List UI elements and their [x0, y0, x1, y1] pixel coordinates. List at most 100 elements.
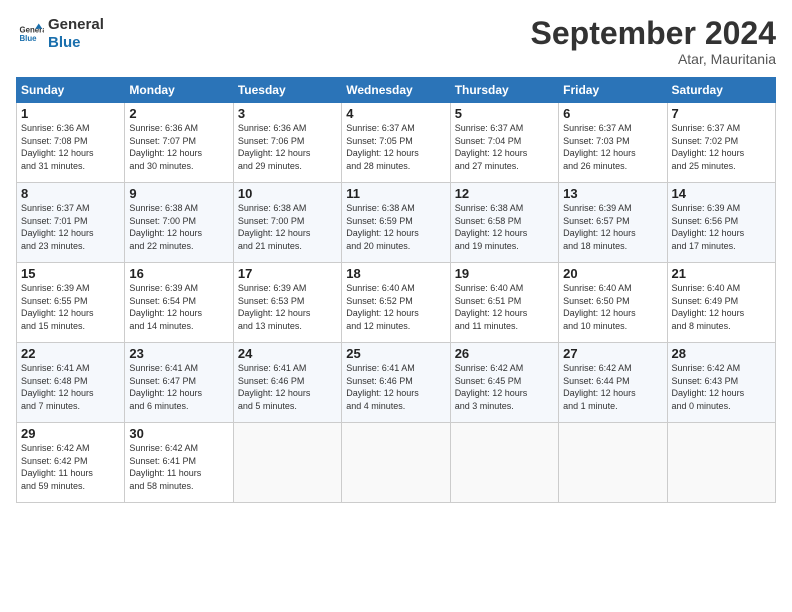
day-number: 28	[672, 346, 771, 361]
calendar-cell: 8Sunrise: 6:37 AM Sunset: 7:01 PM Daylig…	[17, 183, 125, 263]
day-number: 21	[672, 266, 771, 281]
cell-text: Sunrise: 6:38 AM Sunset: 6:58 PM Dayligh…	[455, 202, 554, 252]
cell-text: Sunrise: 6:40 AM Sunset: 6:49 PM Dayligh…	[672, 282, 771, 332]
day-number: 14	[672, 186, 771, 201]
calendar-cell: 4Sunrise: 6:37 AM Sunset: 7:05 PM Daylig…	[342, 103, 450, 183]
calendar-cell: 22Sunrise: 6:41 AM Sunset: 6:48 PM Dayli…	[17, 343, 125, 423]
col-header-monday: Monday	[125, 78, 233, 103]
logo-general: General	[48, 16, 104, 34]
cell-text: Sunrise: 6:37 AM Sunset: 7:01 PM Dayligh…	[21, 202, 120, 252]
cell-text: Sunrise: 6:42 AM Sunset: 6:43 PM Dayligh…	[672, 362, 771, 412]
calendar-cell	[342, 423, 450, 503]
week-row-3: 15Sunrise: 6:39 AM Sunset: 6:55 PM Dayli…	[17, 263, 776, 343]
logo-icon: General Blue	[16, 20, 44, 48]
day-number: 9	[129, 186, 228, 201]
day-number: 4	[346, 106, 445, 121]
cell-text: Sunrise: 6:41 AM Sunset: 6:48 PM Dayligh…	[21, 362, 120, 412]
calendar-table: SundayMondayTuesdayWednesdayThursdayFrid…	[16, 77, 776, 503]
cell-text: Sunrise: 6:37 AM Sunset: 7:03 PM Dayligh…	[563, 122, 662, 172]
calendar-cell	[233, 423, 341, 503]
calendar-cell: 16Sunrise: 6:39 AM Sunset: 6:54 PM Dayli…	[125, 263, 233, 343]
day-number: 5	[455, 106, 554, 121]
day-number: 27	[563, 346, 662, 361]
calendar-cell: 18Sunrise: 6:40 AM Sunset: 6:52 PM Dayli…	[342, 263, 450, 343]
day-number: 16	[129, 266, 228, 281]
calendar-cell: 15Sunrise: 6:39 AM Sunset: 6:55 PM Dayli…	[17, 263, 125, 343]
location: Atar, Mauritania	[531, 51, 776, 67]
cell-text: Sunrise: 6:38 AM Sunset: 7:00 PM Dayligh…	[238, 202, 337, 252]
calendar-cell	[667, 423, 775, 503]
calendar-cell: 25Sunrise: 6:41 AM Sunset: 6:46 PM Dayli…	[342, 343, 450, 423]
cell-text: Sunrise: 6:41 AM Sunset: 6:47 PM Dayligh…	[129, 362, 228, 412]
calendar-cell: 12Sunrise: 6:38 AM Sunset: 6:58 PM Dayli…	[450, 183, 558, 263]
day-number: 2	[129, 106, 228, 121]
calendar-cell: 19Sunrise: 6:40 AM Sunset: 6:51 PM Dayli…	[450, 263, 558, 343]
calendar-cell: 30Sunrise: 6:42 AM Sunset: 6:41 PM Dayli…	[125, 423, 233, 503]
day-number: 13	[563, 186, 662, 201]
calendar-cell: 20Sunrise: 6:40 AM Sunset: 6:50 PM Dayli…	[559, 263, 667, 343]
col-header-thursday: Thursday	[450, 78, 558, 103]
cell-text: Sunrise: 6:40 AM Sunset: 6:52 PM Dayligh…	[346, 282, 445, 332]
cell-text: Sunrise: 6:41 AM Sunset: 6:46 PM Dayligh…	[238, 362, 337, 412]
day-number: 10	[238, 186, 337, 201]
logo-blue: Blue	[48, 34, 104, 52]
calendar-cell: 10Sunrise: 6:38 AM Sunset: 7:00 PM Dayli…	[233, 183, 341, 263]
calendar-cell: 24Sunrise: 6:41 AM Sunset: 6:46 PM Dayli…	[233, 343, 341, 423]
day-number: 6	[563, 106, 662, 121]
calendar-cell: 28Sunrise: 6:42 AM Sunset: 6:43 PM Dayli…	[667, 343, 775, 423]
calendar-cell: 23Sunrise: 6:41 AM Sunset: 6:47 PM Dayli…	[125, 343, 233, 423]
day-number: 23	[129, 346, 228, 361]
day-number: 7	[672, 106, 771, 121]
week-row-5: 29Sunrise: 6:42 AM Sunset: 6:42 PM Dayli…	[17, 423, 776, 503]
cell-text: Sunrise: 6:42 AM Sunset: 6:44 PM Dayligh…	[563, 362, 662, 412]
col-header-wednesday: Wednesday	[342, 78, 450, 103]
day-number: 18	[346, 266, 445, 281]
cell-text: Sunrise: 6:36 AM Sunset: 7:06 PM Dayligh…	[238, 122, 337, 172]
day-number: 20	[563, 266, 662, 281]
cell-text: Sunrise: 6:42 AM Sunset: 6:42 PM Dayligh…	[21, 442, 120, 492]
day-number: 15	[21, 266, 120, 281]
calendar-cell: 3Sunrise: 6:36 AM Sunset: 7:06 PM Daylig…	[233, 103, 341, 183]
month-title: September 2024	[531, 16, 776, 51]
header: General Blue General Blue September 2024…	[16, 16, 776, 67]
calendar-cell: 9Sunrise: 6:38 AM Sunset: 7:00 PM Daylig…	[125, 183, 233, 263]
cell-text: Sunrise: 6:37 AM Sunset: 7:04 PM Dayligh…	[455, 122, 554, 172]
day-number: 12	[455, 186, 554, 201]
cell-text: Sunrise: 6:36 AM Sunset: 7:08 PM Dayligh…	[21, 122, 120, 172]
day-number: 24	[238, 346, 337, 361]
day-number: 26	[455, 346, 554, 361]
day-number: 11	[346, 186, 445, 201]
week-row-4: 22Sunrise: 6:41 AM Sunset: 6:48 PM Dayli…	[17, 343, 776, 423]
calendar-cell: 27Sunrise: 6:42 AM Sunset: 6:44 PM Dayli…	[559, 343, 667, 423]
day-number: 22	[21, 346, 120, 361]
page: General Blue General Blue September 2024…	[0, 0, 792, 612]
col-header-tuesday: Tuesday	[233, 78, 341, 103]
calendar-cell: 26Sunrise: 6:42 AM Sunset: 6:45 PM Dayli…	[450, 343, 558, 423]
calendar-cell	[559, 423, 667, 503]
cell-text: Sunrise: 6:42 AM Sunset: 6:41 PM Dayligh…	[129, 442, 228, 492]
cell-text: Sunrise: 6:39 AM Sunset: 6:57 PM Dayligh…	[563, 202, 662, 252]
calendar-cell: 21Sunrise: 6:40 AM Sunset: 6:49 PM Dayli…	[667, 263, 775, 343]
cell-text: Sunrise: 6:39 AM Sunset: 6:53 PM Dayligh…	[238, 282, 337, 332]
col-header-saturday: Saturday	[667, 78, 775, 103]
calendar-cell: 7Sunrise: 6:37 AM Sunset: 7:02 PM Daylig…	[667, 103, 775, 183]
day-number: 1	[21, 106, 120, 121]
day-number: 8	[21, 186, 120, 201]
calendar-cell: 14Sunrise: 6:39 AM Sunset: 6:56 PM Dayli…	[667, 183, 775, 263]
calendar-cell: 5Sunrise: 6:37 AM Sunset: 7:04 PM Daylig…	[450, 103, 558, 183]
calendar-body: 1Sunrise: 6:36 AM Sunset: 7:08 PM Daylig…	[17, 103, 776, 503]
calendar-cell	[450, 423, 558, 503]
cell-text: Sunrise: 6:37 AM Sunset: 7:02 PM Dayligh…	[672, 122, 771, 172]
col-header-friday: Friday	[559, 78, 667, 103]
cell-text: Sunrise: 6:40 AM Sunset: 6:51 PM Dayligh…	[455, 282, 554, 332]
cell-text: Sunrise: 6:38 AM Sunset: 6:59 PM Dayligh…	[346, 202, 445, 252]
cell-text: Sunrise: 6:41 AM Sunset: 6:46 PM Dayligh…	[346, 362, 445, 412]
svg-text:Blue: Blue	[20, 34, 38, 43]
cell-text: Sunrise: 6:37 AM Sunset: 7:05 PM Dayligh…	[346, 122, 445, 172]
calendar-cell: 1Sunrise: 6:36 AM Sunset: 7:08 PM Daylig…	[17, 103, 125, 183]
calendar-cell: 6Sunrise: 6:37 AM Sunset: 7:03 PM Daylig…	[559, 103, 667, 183]
week-row-2: 8Sunrise: 6:37 AM Sunset: 7:01 PM Daylig…	[17, 183, 776, 263]
week-row-1: 1Sunrise: 6:36 AM Sunset: 7:08 PM Daylig…	[17, 103, 776, 183]
cell-text: Sunrise: 6:39 AM Sunset: 6:55 PM Dayligh…	[21, 282, 120, 332]
logo: General Blue General Blue	[16, 16, 104, 52]
